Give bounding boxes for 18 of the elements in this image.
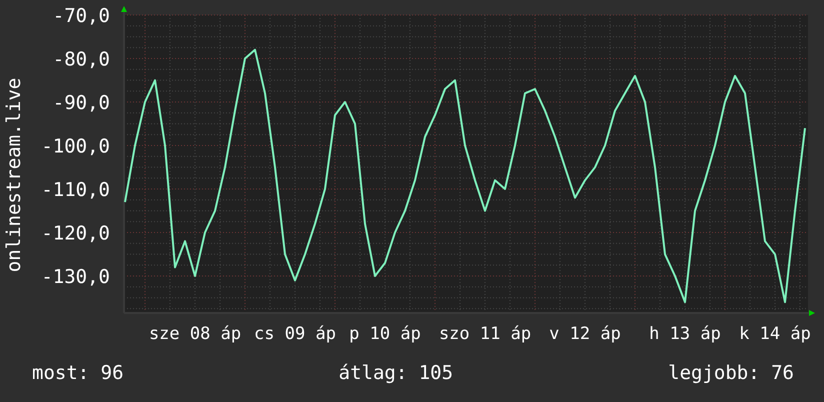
y-tick-label: -90,0 xyxy=(52,92,110,114)
x-tick-label: p 10 áp xyxy=(349,324,421,344)
legend-value: átlag: 105 xyxy=(338,362,454,384)
axis-title: onlinestream.live xyxy=(3,78,25,272)
legend-value: most: 96 xyxy=(32,362,124,384)
x-tick-label: v 12 áp xyxy=(549,324,621,344)
x-tick-label: k 14 áp xyxy=(739,324,811,344)
y-tick-label: -110,0 xyxy=(41,179,110,202)
y-tick-label: -100,0 xyxy=(41,136,110,158)
y-tick-label: -130,0 xyxy=(41,266,110,288)
y-tick-label: -80,0 xyxy=(52,48,110,70)
legend-value: legjobb: 76 xyxy=(668,362,794,384)
x-tick-label: sze 08 áp xyxy=(148,324,242,344)
x-tick-label: h 13 áp xyxy=(649,324,721,344)
x-tick-label: szo 11 áp xyxy=(438,324,532,344)
y-tick-label: -70,0 xyxy=(52,5,110,27)
x-tick-label: cs 09 áp xyxy=(254,324,336,344)
y-tick-label: -120,0 xyxy=(41,222,110,245)
